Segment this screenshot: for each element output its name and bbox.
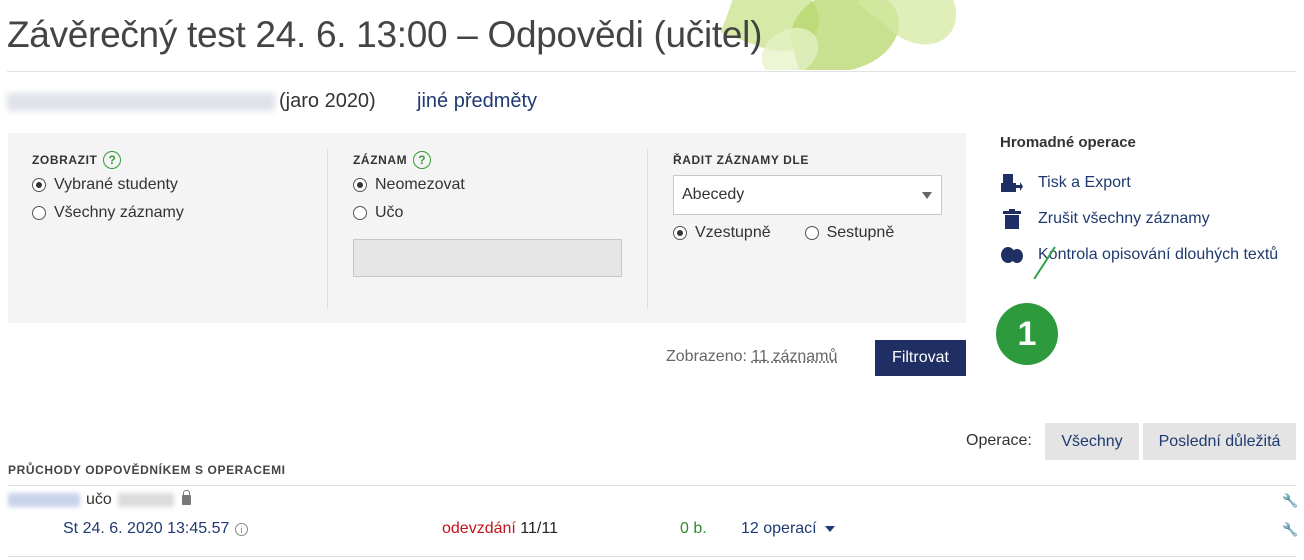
operations-all-button[interactable]: Všechny — [1045, 423, 1139, 460]
operations-recent-important-button[interactable]: Poslední důležitá — [1143, 423, 1296, 460]
page-title: Závěrečný test 24. 6. 13:00 – Odpovědi (… — [7, 14, 763, 55]
filter-record-group: ZÁZNAM ? Neomezovat Učo — [353, 149, 622, 277]
info-icon[interactable]: i — [235, 523, 248, 536]
wrench-icon[interactable]: 🔧 — [1282, 493, 1298, 509]
list-header-divider — [8, 485, 1296, 486]
student-row: učo — [8, 490, 191, 509]
radio-checked-icon[interactable] — [32, 178, 46, 192]
plagiarism-check-icon — [1000, 245, 1024, 265]
lock-icon — [181, 490, 191, 505]
operations-dropdown[interactable]: 12 operací — [741, 520, 835, 538]
radio-checked-icon[interactable] — [353, 178, 367, 192]
radio-sort-ascending[interactable]: Vzestupně — [673, 219, 771, 247]
uco-label: učo — [86, 491, 112, 508]
radio-record-uco[interactable]: Učo — [353, 199, 622, 227]
chevron-down-icon — [922, 191, 932, 199]
subject-period: (jaro 2020) — [279, 90, 376, 112]
attempt-date[interactable]: St 24. 6. 2020 13:45.57 — [63, 520, 229, 538]
wrench-icon[interactable]: 🔧 — [1282, 522, 1298, 538]
trash-icon — [1000, 209, 1024, 229]
filter-sort-header: ŘADIT ZÁZNAMY DLE — [673, 153, 809, 167]
radio-record-unlimited[interactable]: Neomezovat — [353, 171, 622, 199]
subject-line: (jaro 2020) — [7, 90, 376, 113]
displayed-count-text: Zobrazeno: 11 záznamů — [666, 348, 838, 365]
filter-column-divider — [647, 149, 648, 309]
print-export-icon — [1000, 173, 1024, 193]
bulk-operations-title: Hromadné operace — [1000, 134, 1136, 151]
subject-name-redacted — [7, 92, 275, 111]
radio-unchecked-icon[interactable] — [804, 226, 819, 240]
bulk-delete-all[interactable]: Zrušit všechny záznamy — [1000, 201, 1278, 237]
radio-unchecked-icon[interactable] — [353, 206, 367, 220]
header-leaf-decoration — [720, 0, 1020, 70]
bulk-print-export[interactable]: Tisk a Export — [1000, 165, 1278, 201]
filter-sort-group: ŘADIT ZÁZNAMY DLE Abecedy Vzestupně Sest… — [673, 149, 942, 247]
other-subjects-link[interactable]: jiné předměty — [417, 90, 537, 113]
attempt-status: odevzdání 11/11 — [442, 520, 558, 537]
title-divider — [7, 71, 1296, 72]
filter-button[interactable]: Filtrovat — [875, 340, 966, 376]
uco-input[interactable] — [353, 239, 622, 277]
student-name-redacted[interactable] — [8, 493, 80, 507]
filter-column-divider — [327, 149, 328, 309]
operations-label: Operace: — [966, 432, 1032, 449]
filter-panel: ZOBRAZIT ? Vybrané studenty Všechny zázn… — [8, 133, 966, 323]
bulk-operations: Hromadné operace Tisk a Export Zrušit vš… — [1000, 134, 1278, 273]
radio-unchecked-icon[interactable] — [32, 206, 46, 220]
filter-show-header: ZOBRAZIT ? — [32, 149, 184, 171]
attempt-points: 0 b. — [680, 520, 707, 537]
help-icon[interactable]: ? — [413, 151, 432, 169]
list-section-header: PRŮCHODY ODPOVĚDNÍKEM S OPERACEMI — [8, 463, 286, 477]
radio-sort-descending[interactable]: Sestupně — [804, 219, 894, 247]
displayed-count[interactable]: 11 záznamů — [751, 348, 837, 365]
row-divider — [8, 556, 1296, 557]
radio-checked-icon[interactable] — [673, 226, 687, 240]
uco-value-redacted — [117, 493, 174, 507]
sort-select[interactable]: Abecedy — [673, 175, 942, 215]
radio-show-all[interactable]: Všechny záznamy — [32, 199, 184, 227]
filter-show-group: ZOBRAZIT ? Vybrané studenty Všechny zázn… — [32, 149, 184, 227]
radio-show-selected[interactable]: Vybrané studenty — [32, 171, 184, 199]
help-icon[interactable]: ? — [103, 151, 122, 169]
filter-record-header: ZÁZNAM ? — [353, 149, 622, 171]
callout-number-badge: 1 — [996, 303, 1058, 365]
chevron-down-icon — [824, 526, 835, 532]
